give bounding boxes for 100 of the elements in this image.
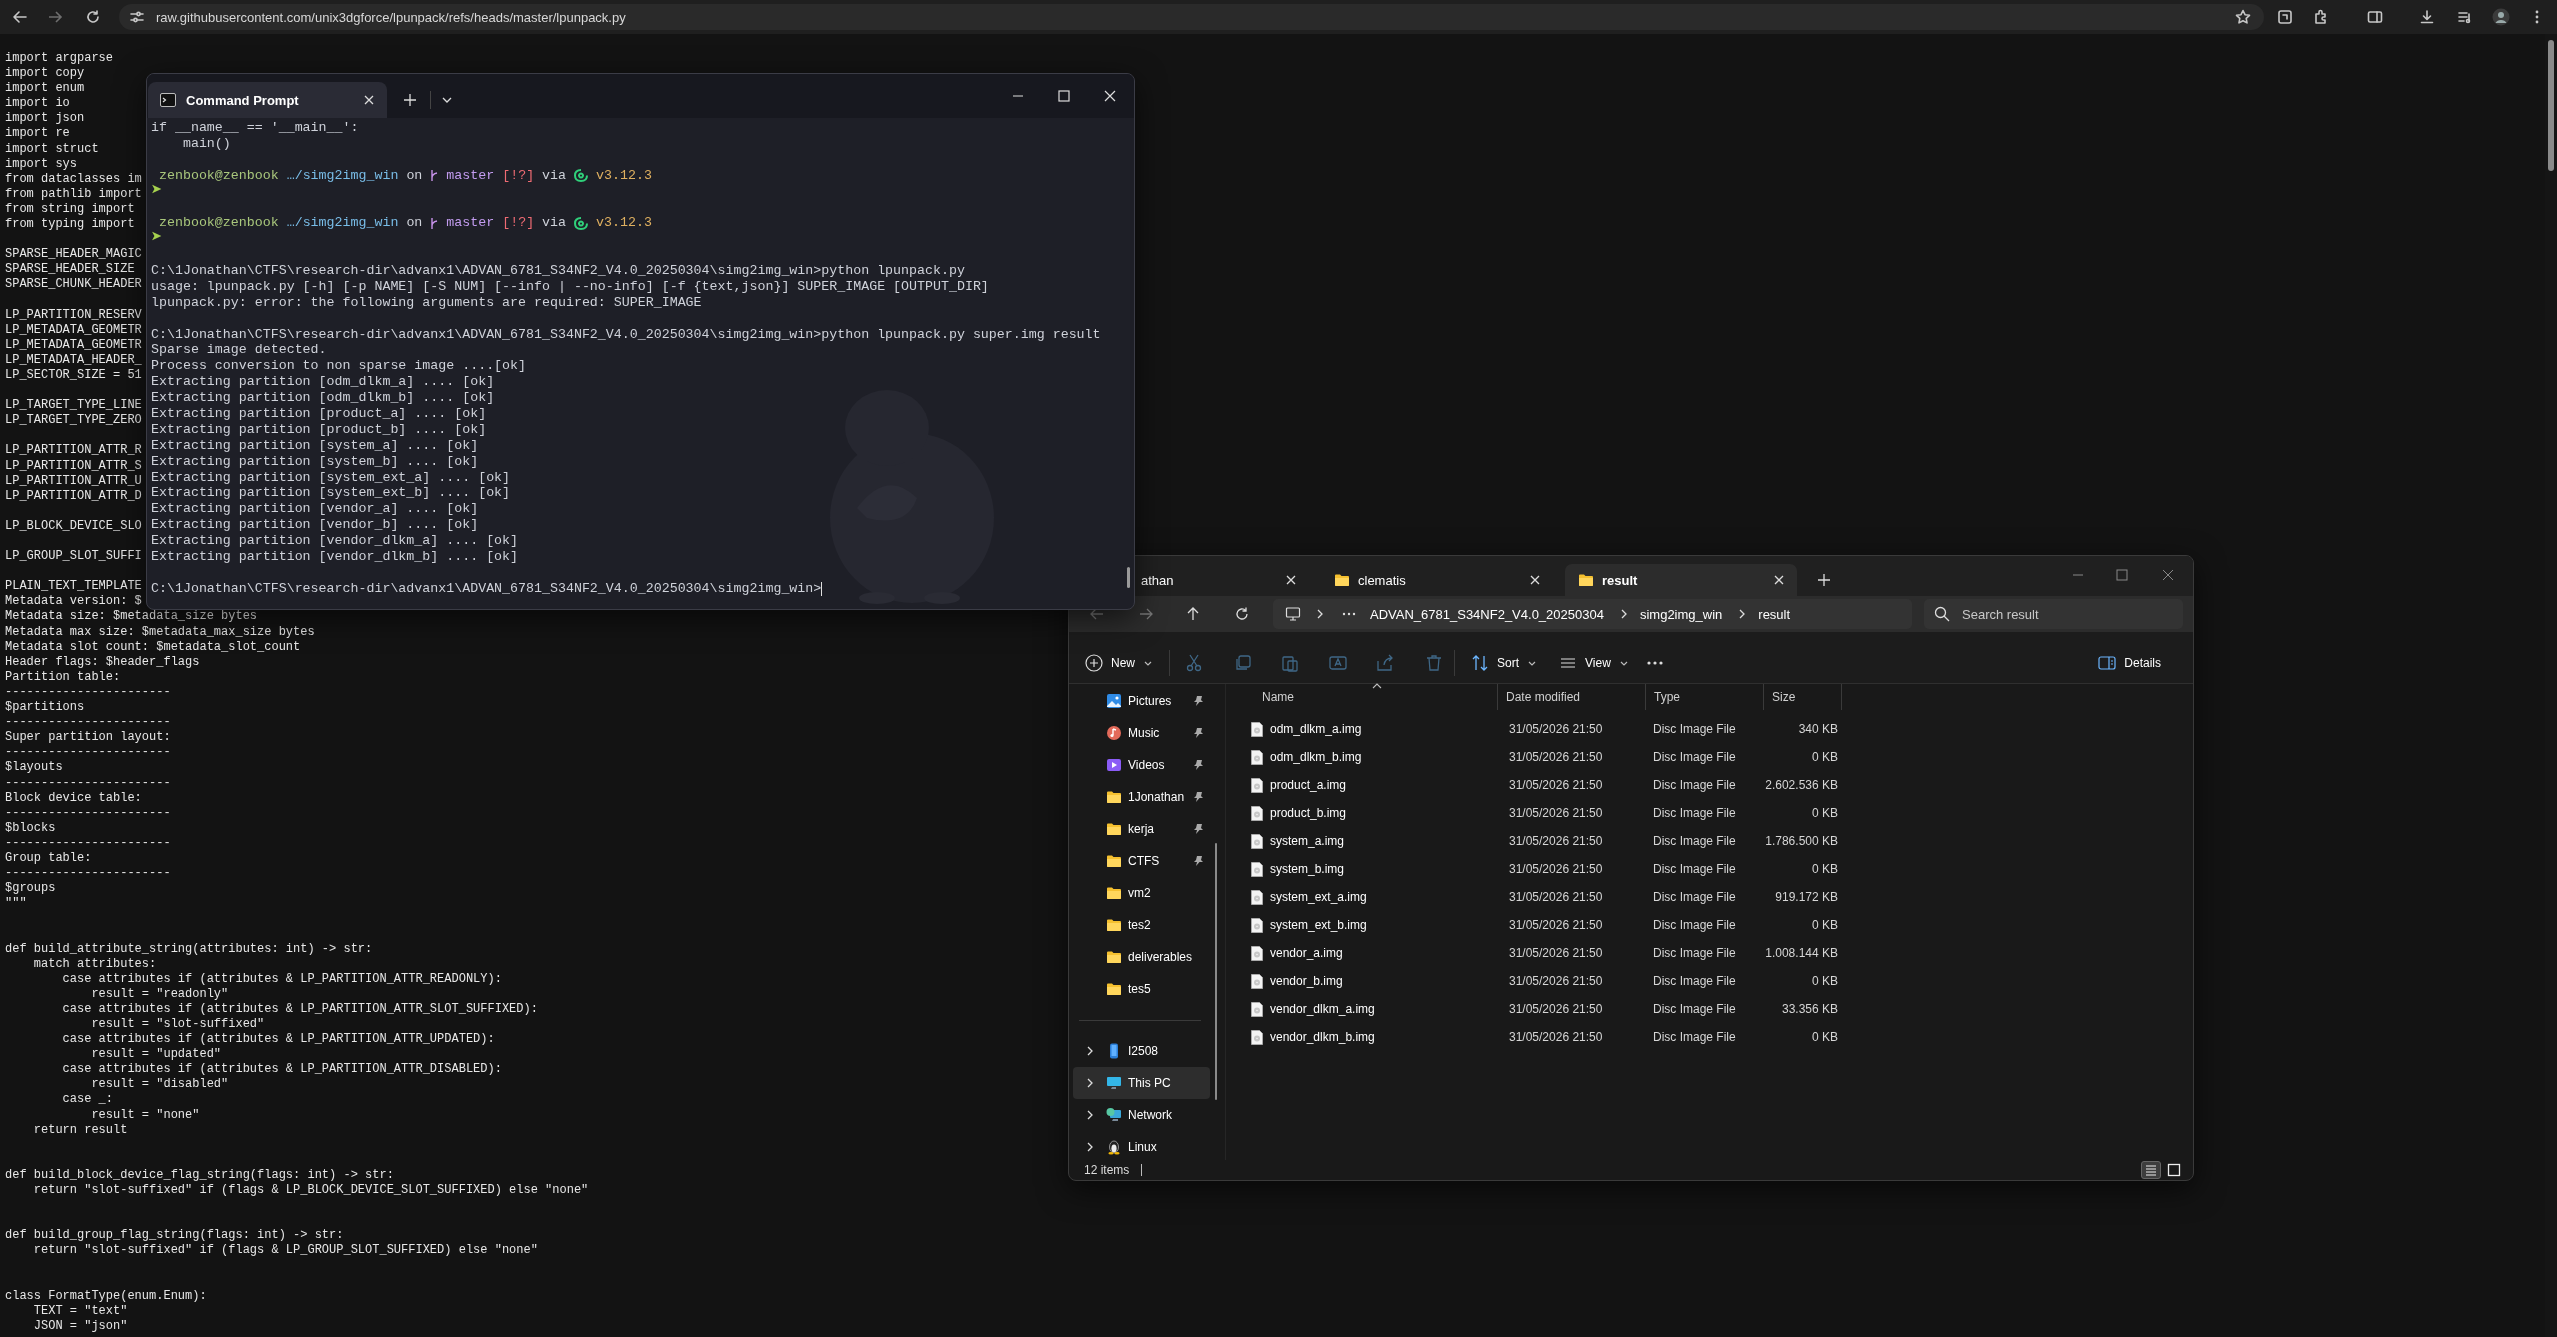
pin-icon[interactable] [1192, 855, 1204, 867]
sidebar-item[interactable]: CTFS [1073, 845, 1210, 877]
sidebar-item[interactable]: Linux [1073, 1131, 1210, 1160]
file-name[interactable]: system_ext_b.img [1270, 918, 1367, 932]
breadcrumb-item[interactable]: simg2img_win [1639, 606, 1723, 622]
bookmark-star-icon[interactable] [2235, 9, 2251, 25]
sidebar-item[interactable]: 1Jonathan [1073, 781, 1210, 813]
file-name[interactable]: product_a.img [1270, 778, 1347, 792]
disc-file-icon [1251, 889, 1263, 905]
network-icon [1106, 1107, 1122, 1123]
back-icon[interactable] [12, 9, 28, 25]
delete-icon[interactable] [1424, 652, 1444, 673]
sidebar-item[interactable]: vm2 [1073, 877, 1210, 909]
site-settings-icon[interactable] [129, 9, 145, 25]
reload-icon[interactable] [85, 9, 101, 25]
terminal-tab[interactable]: Command Prompt [148, 82, 387, 118]
terminal-line: Extracting partition [system_b] .... [ok] [151, 453, 479, 470]
view-button[interactable]: View [1553, 649, 1635, 676]
sidebar-item[interactable]: Videos [1073, 749, 1210, 781]
computer-icon[interactable] [1285, 606, 1301, 622]
breadcrumb-item[interactable]: ADVAN_6781_S34NF2_V4.0_20250304 [1370, 606, 1604, 622]
sidebar-item[interactable]: Pictures [1073, 685, 1210, 717]
scrollbar-thumb[interactable] [2548, 40, 2554, 171]
terminal-line: usage: lpunpack.py [-h] [-p NAME] [-S NUM] [--info | --no-info] [-f {text,json}] SUPER_IMAGE [OUTPUT_DIR] [151, 278, 989, 295]
file-size: 0 KB [1811, 1030, 1839, 1044]
code-line: case attributes if (attributes & LP_PARTITION_ATTR_DISABLED): [61, 1062, 502, 1077]
details-button[interactable]: Details [2092, 649, 2167, 676]
details-view-button[interactable] [2141, 1161, 2161, 1179]
column-header[interactable]: Date modified [1498, 684, 1646, 710]
address-bar[interactable]: ADVAN_6781_S34NF2_V4.0_20250304 simg2img_win result [1273, 599, 1912, 629]
cut-icon[interactable] [1184, 652, 1204, 673]
command-prompt-line[interactable]: C:\1Jonathan\CTFS\research-dir\advanx1\ADVAN_6781_S34NF2_V4.0_20250304\simg2img_win> [151, 580, 822, 597]
file-type: Disc Image File [1652, 862, 1737, 876]
pin-icon[interactable] [1192, 759, 1204, 771]
pin-icon[interactable] [1192, 791, 1204, 803]
code-line: Metadata version: $ [5, 594, 142, 609]
file-name[interactable]: vendor_b.img [1270, 974, 1343, 988]
forward-icon[interactable] [47, 9, 63, 25]
pin-icon[interactable] [1192, 695, 1204, 707]
address-bar-url[interactable]: raw.githubusercontent.com/unix3dgforce/lpunpack/refs/heads/master/lpunpack.py [156, 9, 626, 25]
search-field[interactable]: Search result [1924, 599, 2183, 629]
file-name[interactable]: product_b.img [1270, 806, 1347, 820]
forward-icon[interactable] [1138, 606, 1154, 622]
python-version: v3.12.3 [596, 167, 652, 184]
sidebar-item[interactable]: I2508 [1073, 1035, 1210, 1067]
file-type: Disc Image File [1652, 890, 1737, 904]
disc-file-icon [1251, 749, 1263, 765]
sidebar-item[interactable]: deliverables [1073, 941, 1210, 973]
file-name[interactable]: vendor_dlkm_a.img [1270, 1002, 1375, 1016]
sidebar-item[interactable]: tes5 [1073, 973, 1210, 1005]
profile-avatar-icon[interactable] [2492, 8, 2510, 26]
sidebar-item[interactable]: Network [1073, 1099, 1210, 1131]
explorer-tab[interactable]: result [1565, 564, 1797, 596]
download-icon[interactable] [2419, 9, 2435, 25]
side-panel-icon[interactable] [2367, 9, 2383, 25]
plus-icon[interactable] [403, 93, 417, 107]
explorer-tab[interactable]: athan [1136, 564, 1309, 596]
pictures-icon [1106, 693, 1122, 709]
code-line: import io [5, 96, 70, 111]
column-header[interactable]: Name [1241, 684, 1498, 710]
code-line: from typing import [5, 217, 135, 232]
scrollbar-thumb[interactable] [1127, 567, 1130, 588]
code-line: Metadata slot count: $metadata_slot_count [5, 639, 301, 654]
disc-file-icon [1251, 973, 1263, 989]
sidebar-item[interactable]: kerja [1073, 813, 1210, 845]
code-line: def build_block_device_flag_string(flags: int) -> str: [5, 1167, 394, 1182]
sort-button[interactable]: Sort [1465, 649, 1544, 676]
file-name[interactable]: odm_dlkm_b.img [1270, 750, 1362, 764]
sidebar-item[interactable]: Music [1073, 717, 1210, 749]
file-name[interactable]: odm_dlkm_a.img [1270, 722, 1362, 736]
plus-icon[interactable] [1817, 573, 1831, 587]
file-name[interactable]: system_a.img [1270, 834, 1345, 848]
pin-icon[interactable] [1192, 727, 1204, 739]
date-modified: 31/05/2026 21:50 [1508, 806, 1604, 820]
code-line: result = "slot-suffixed" [90, 1017, 265, 1031]
scrollbar-thumb[interactable] [1215, 843, 1217, 1100]
sidebar-item[interactable]: tes2 [1073, 909, 1210, 941]
column-header[interactable]: Size [1764, 684, 1842, 710]
file-name[interactable]: vendor_dlkm_b.img [1270, 1030, 1375, 1044]
extension-icon[interactable] [2313, 9, 2329, 25]
pin-icon[interactable] [1192, 823, 1204, 835]
refresh-icon[interactable] [1234, 606, 1250, 622]
media-icon[interactable] [2457, 9, 2473, 25]
breadcrumb-item[interactable]: result [1758, 606, 1791, 622]
new-button[interactable]: New [1079, 649, 1159, 676]
code-line: Metadata size: $metadata_size bytes [5, 609, 258, 624]
column-header[interactable]: Type [1646, 684, 1764, 710]
file-name[interactable]: system_ext_a.img [1270, 890, 1367, 904]
code-line: return result [32, 1122, 128, 1137]
share-icon[interactable] [1375, 652, 1395, 673]
file-name[interactable]: vendor_a.img [1270, 946, 1343, 960]
sidebar-item[interactable]: This PC [1073, 1067, 1210, 1099]
code-line: import re [5, 126, 70, 141]
code-line: JSON = "json" [32, 1318, 128, 1333]
code-line: from string import [5, 201, 135, 216]
up-arrow-icon[interactable] [1185, 606, 1201, 622]
terminal-line: Extracting partition [vendor_a] .... [ok] [151, 501, 479, 518]
file-name[interactable]: system_b.img [1270, 862, 1345, 876]
explorer-tab[interactable]: clematis [1321, 564, 1553, 596]
disc-file-icon [1251, 945, 1263, 961]
